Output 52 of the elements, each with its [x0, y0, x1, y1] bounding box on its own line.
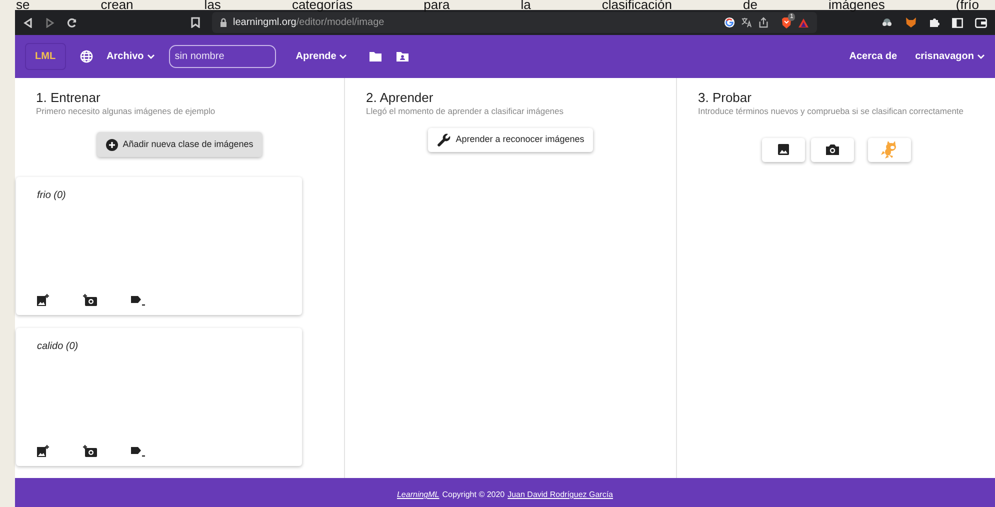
author-link[interactable]: Juan David Rodríguez García [508, 489, 613, 507]
globe-icon[interactable] [80, 50, 93, 63]
back-icon[interactable] [23, 18, 33, 28]
puzzle-icon[interactable] [929, 17, 940, 28]
caret-icon [339, 54, 348, 59]
section-subtitle: Primero necesito algunas imágenes de ejemplo [36, 106, 216, 116]
lock-icon [220, 18, 227, 27]
section-title: 1. Entrenar [36, 90, 102, 106]
user-folder-icon[interactable] [396, 51, 410, 62]
remove-label-icon[interactable] [131, 446, 145, 457]
add-image-icon[interactable] [37, 294, 49, 306]
reload-icon[interactable] [67, 18, 77, 28]
image-button[interactable] [762, 138, 804, 162]
section-title: 2. Aprender [366, 90, 434, 106]
section-subtitle: Introduce términos nuevos y comprueba si se clasifican correctamente [698, 106, 965, 116]
forward-icon[interactable] [45, 18, 55, 28]
site-link[interactable]: LearningML [396, 489, 440, 507]
caret-icon [977, 54, 985, 59]
class-label: calido (0) [37, 340, 80, 354]
google-icon[interactable] [724, 17, 735, 28]
remove-label-icon[interactable] [131, 295, 145, 306]
add-circle-icon [106, 138, 118, 151]
add-photo-icon[interactable] [83, 445, 97, 457]
add-class-button[interactable]: Añadir nueva clase de imágenes [96, 132, 262, 158]
copyright-text: Copyright © 2020 [442, 489, 505, 501]
wallet-icon[interactable] [975, 18, 987, 28]
class-label: frio (0) [37, 189, 67, 204]
sidebar-icon[interactable] [952, 18, 963, 28]
add-image-icon[interactable] [37, 445, 49, 457]
share-icon[interactable] [758, 17, 769, 28]
translate-icon[interactable] [741, 17, 752, 28]
name-field[interactable]: sin nombre [168, 45, 276, 68]
logo-button[interactable]: LML [25, 43, 66, 70]
caret-icon [146, 54, 155, 59]
section-title: 3. Probar [698, 90, 752, 106]
image-icon [778, 144, 788, 156]
folder-icon[interactable] [369, 51, 382, 62]
section-subtitle: Llegó el momento de aprender a clasificar imágenes [366, 106, 565, 116]
add-photo-icon[interactable] [83, 294, 97, 306]
train-model-button[interactable]: Aprender a reconocer imágenes [428, 128, 594, 152]
url-text[interactable]: learningml.org/editor/model/image [233, 15, 384, 30]
about-link[interactable]: Acerca de [849, 49, 898, 64]
user-menu[interactable]: crisnavagon [915, 49, 985, 64]
fox-icon[interactable] [905, 17, 917, 28]
triangle-icon[interactable] [798, 18, 809, 28]
camera-icon [826, 144, 838, 156]
menu-button[interactable]: Aprende [296, 49, 348, 64]
cat-icon [880, 140, 898, 159]
menu-button[interactable]: Archivo [106, 49, 155, 64]
wrench-icon [436, 132, 451, 147]
bookmark-icon[interactable] [191, 17, 200, 28]
camera-button[interactable] [810, 138, 854, 162]
